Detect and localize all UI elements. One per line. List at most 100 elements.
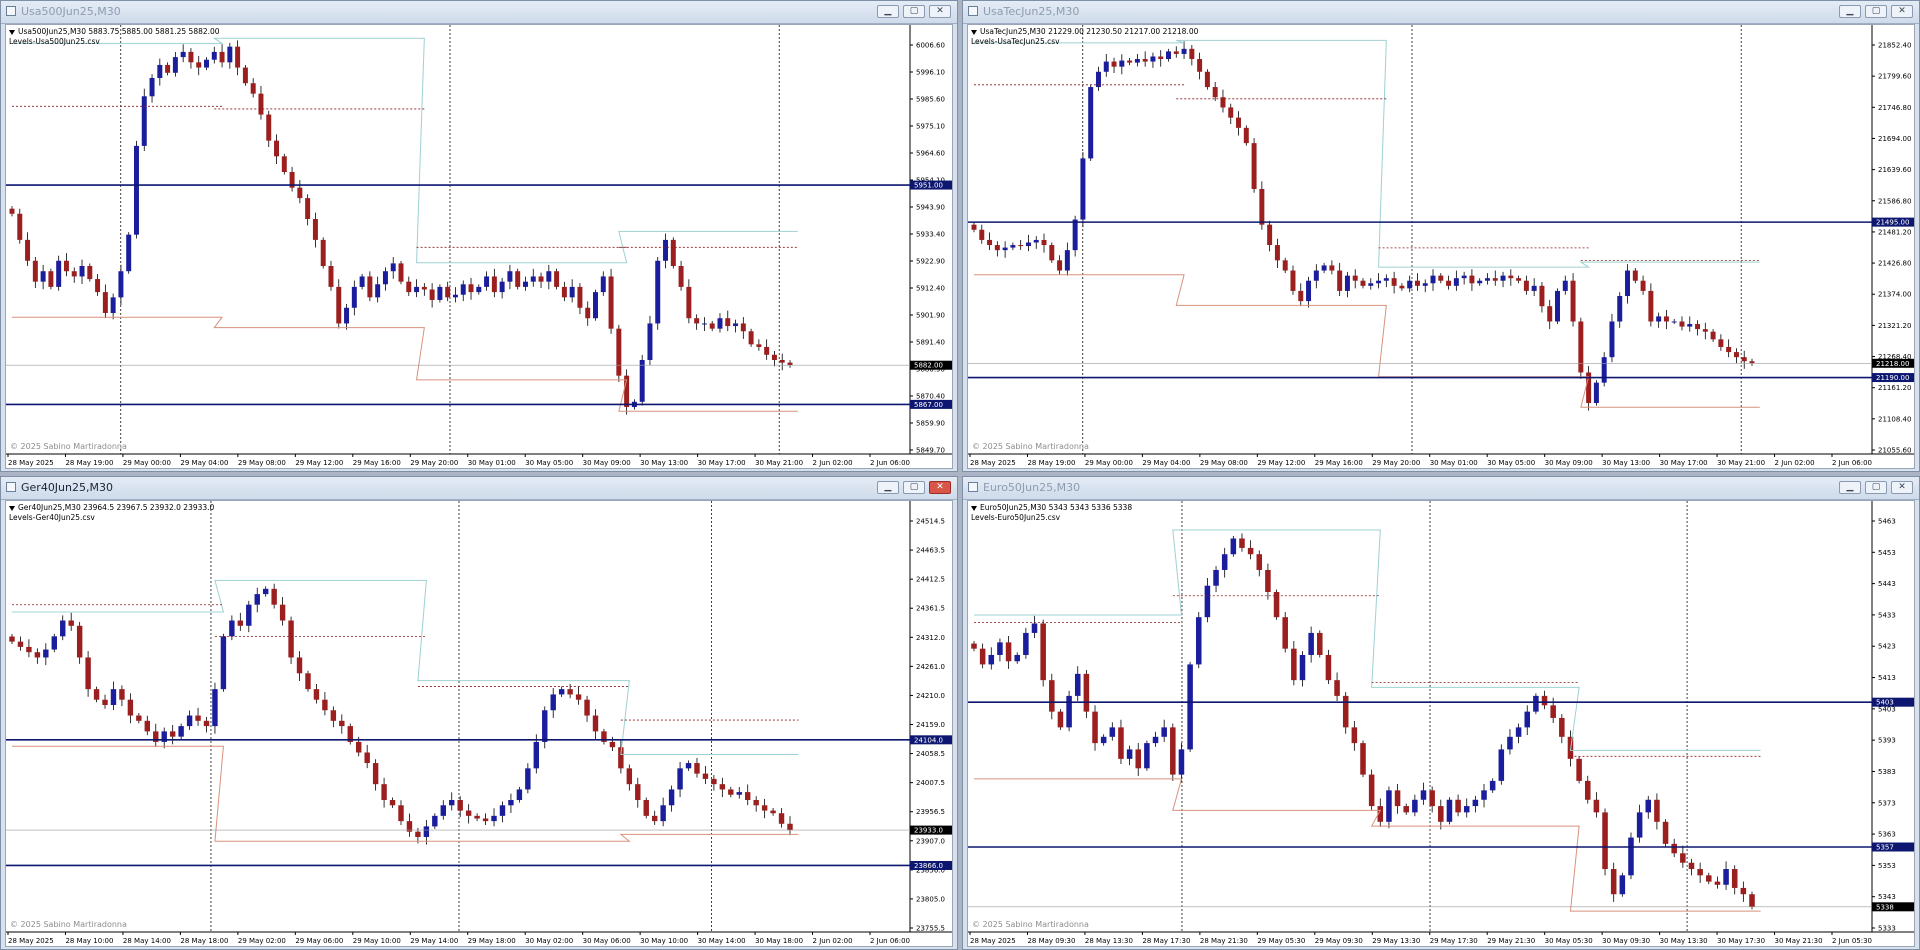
bear-candle	[538, 276, 544, 282]
close-button[interactable]: ✕	[929, 5, 951, 18]
bull-candle	[1619, 875, 1626, 895]
time-axis-label: 28 May 13:30	[1085, 937, 1133, 945]
collapse-triangle-icon[interactable]	[9, 29, 15, 35]
minimize-button[interactable]: ▁	[877, 5, 899, 18]
chart-canvas[interactable]: 21852.40 21799.60 21746.80 21694.00 21639.60…	[968, 25, 1914, 468]
bear-candle	[1438, 806, 1444, 822]
price-axis-label: 5943.90	[916, 204, 945, 212]
bear-candle	[288, 620, 294, 658]
bear-candle	[474, 815, 480, 819]
time-axis-label: 30 May 17:00	[698, 459, 746, 467]
chart-window-icon	[968, 6, 978, 16]
price-chart[interactable]: 5463 5453 5443 5433 5423 5413 5403 5393 5383 5373…	[967, 500, 1915, 947]
close-button[interactable]: ✕	[1891, 5, 1913, 18]
close-button[interactable]: ✕	[929, 481, 951, 494]
bear-candle	[779, 360, 785, 363]
chart-window-usa500[interactable]: Usa500Jun25,M30 ▁ ▢ ✕ 6006.60 5996.10 5985.60 5…	[0, 0, 958, 472]
maximize-button[interactable]: ▢	[903, 481, 925, 494]
price-chart[interactable]: 24514.5 24463.5 24412.5 24361.5 24312.0 24261…	[5, 500, 953, 947]
bear-candle	[1610, 869, 1617, 895]
price-chart[interactable]: 6006.60 5996.10 5985.60 5975.10 5964.60 5954.…	[5, 24, 953, 469]
minimize-button[interactable]: ▁	[877, 481, 899, 494]
bear-candle	[670, 239, 676, 266]
bull-candle	[40, 271, 46, 282]
price-axis-label: 5453	[1878, 549, 1896, 557]
minimize-button[interactable]: ▁	[1839, 5, 1861, 18]
bear-candle	[26, 646, 32, 653]
time-axis-label: 29 May 18:00	[468, 937, 516, 945]
bull-candle	[460, 284, 466, 295]
bull-candle	[1412, 799, 1418, 813]
chart-canvas[interactable]: 5463 5453 5443 5433 5423 5413 5403 5393 5383 5373…	[968, 501, 1914, 946]
maximize-button[interactable]: ▢	[903, 5, 925, 18]
bear-candle	[372, 763, 379, 785]
bull-candle	[344, 307, 350, 324]
chart-window-usatec[interactable]: UsaTecJun25,M30 ▁ ▢ ✕ 21852.40 21799.60 21746.…	[962, 0, 1920, 472]
title-bar[interactable]: UsaTecJun25,M30 ▁ ▢ ✕	[963, 1, 1919, 24]
bull-candle	[449, 800, 455, 806]
bull-candle	[351, 286, 357, 308]
bull-candle	[1422, 283, 1428, 286]
bull-candle	[1461, 275, 1467, 279]
bear-candle	[1438, 275, 1444, 281]
time-axis-label: 30 May 10:00	[640, 937, 688, 945]
bear-candle	[93, 689, 100, 700]
bear-candle	[1702, 329, 1708, 332]
bull-candle	[1533, 695, 1539, 712]
close-button[interactable]: ✕	[1891, 481, 1913, 494]
bull-candle	[1152, 736, 1159, 744]
bear-candle	[1391, 278, 1397, 286]
time-axis-label: 30 May 21:00	[755, 459, 803, 467]
collapse-triangle-icon[interactable]	[9, 505, 15, 511]
bear-candle	[748, 331, 754, 345]
time-axis-label: 29 May 08:00	[1200, 459, 1248, 467]
bear-candle	[9, 208, 15, 214]
bear-candle	[1602, 812, 1608, 870]
bull-candle	[668, 789, 675, 806]
bull-candle	[51, 636, 57, 650]
price-axis-label: 6006.60	[916, 42, 945, 50]
bear-candle	[119, 689, 125, 700]
chart-window-euro50[interactable]: Euro50Jun25,M30 ▁ ▢ ✕ 5463 5453 5443 5433 5423 54…	[962, 476, 1920, 950]
minimize-button[interactable]: ▁	[1839, 481, 1861, 494]
bull-candle	[647, 323, 653, 360]
bull-candle	[1636, 812, 1643, 838]
bull-candle	[1562, 280, 1568, 291]
window-title: UsaTecJun25,M30	[983, 5, 1080, 18]
bull-candle	[186, 715, 193, 727]
price-axis-label: 24514.5	[916, 518, 945, 526]
title-bar[interactable]: Usa500Jun25,M30 ▁ ▢ ✕	[1, 1, 957, 24]
bear-candle	[279, 604, 286, 621]
title-bar[interactable]: Euro50Jun25,M30 ▁ ▢ ✕	[963, 477, 1919, 500]
collapse-triangle-icon[interactable]	[971, 505, 977, 511]
bear-candle	[1127, 60, 1133, 63]
maximize-button[interactable]: ▢	[1865, 481, 1887, 494]
collapse-triangle-icon[interactable]	[971, 29, 977, 35]
maximize-button[interactable]: ▢	[1865, 5, 1887, 18]
chart-canvas[interactable]: 24514.5 24463.5 24412.5 24361.5 24312.0 24261…	[6, 501, 952, 946]
symbol-quote: Usa500Jun25,M30 5883.75 5885.00 5881.25 …	[9, 27, 220, 36]
bull-candle	[133, 145, 139, 235]
bear-candle	[1429, 790, 1435, 807]
title-bar[interactable]: Ger40Jun25,M30 ▁ ▢ ✕	[1, 477, 957, 500]
time-axis-label: 2 Jun 06:00	[870, 937, 910, 945]
bear-candle	[1360, 743, 1366, 775]
bear-candle	[1368, 774, 1375, 807]
bear-candle	[1282, 260, 1288, 271]
bear-candle	[1640, 280, 1646, 291]
level-line-high	[974, 529, 1761, 751]
bull-candle	[1109, 727, 1116, 737]
bull-candle	[262, 588, 269, 595]
time-axis-label: 2 Jun 06:00	[1832, 459, 1872, 467]
time-axis-label: 30 May 17:30	[1717, 937, 1765, 945]
bear-candle	[237, 620, 244, 626]
chart-window-ger40[interactable]: Ger40Jun25,M30 ▁ ▢ ✕ 24514.5 24463.5 24412.5 24…	[0, 476, 958, 950]
bear-candle	[169, 731, 176, 737]
price-chart[interactable]: 21852.40 21799.60 21746.80 21694.00 21639.60…	[967, 24, 1915, 469]
bear-candle	[577, 286, 583, 308]
bull-candle	[79, 266, 85, 277]
bull-candle	[1446, 799, 1453, 822]
bear-candle	[1578, 321, 1584, 373]
chart-canvas[interactable]: 6006.605996.105985.605975.105964.605954.…	[6, 25, 952, 468]
bear-candle	[979, 648, 986, 665]
